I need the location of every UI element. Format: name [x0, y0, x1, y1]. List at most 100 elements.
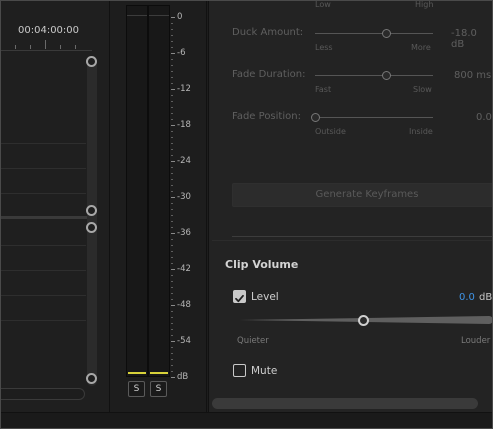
timeline-timecode: 00:04:00:00: [18, 25, 80, 36]
mute-checkbox[interactable]: [233, 364, 246, 377]
scroll-handle-bottom[interactable]: [86, 205, 97, 216]
db-scale-label: -24: [177, 156, 191, 166]
level-label: Level: [251, 291, 279, 303]
timeline-vertical-scrollbar[interactable]: [87, 56, 97, 386]
fade-duration-label: Fade Duration:: [232, 69, 306, 80]
db-scale-minor-tick: [171, 23, 173, 24]
ruler-tick: [60, 45, 61, 49]
db-scale-minor-tick: [171, 293, 173, 294]
fade-position-slider[interactable]: [315, 117, 433, 118]
db-scale-minor-tick: [171, 263, 173, 264]
clip-volume-thumb[interactable]: [358, 315, 369, 326]
db-scale-minor-tick: [171, 209, 173, 210]
db-scale-minor-tick: [171, 287, 173, 288]
db-scale-tick: [171, 305, 175, 306]
fade-position-value[interactable]: 0.0: [476, 112, 492, 123]
solo-right-button[interactable]: S: [150, 381, 167, 397]
db-scale-minor-tick: [171, 281, 173, 282]
scroll-handle-top[interactable]: [86, 56, 97, 67]
db-scale-minor-tick: [171, 41, 173, 42]
bottom-status-strip: [0, 412, 493, 429]
db-scale-label: -36: [177, 228, 191, 238]
slider-min-label: Outside: [315, 127, 346, 136]
db-scale-minor-tick: [171, 347, 173, 348]
level-unit: dB: [479, 292, 493, 303]
level-checkbox[interactable]: [233, 290, 246, 303]
track-divider: [0, 168, 86, 169]
section-divider: [212, 240, 493, 241]
db-scale-minor-tick: [171, 155, 173, 156]
db-scale-tick: [171, 125, 175, 126]
db-scale-minor-tick: [171, 275, 173, 276]
db-scale-tick: [171, 341, 175, 342]
peak-indicator: [127, 6, 147, 16]
timeline-panel: 00:04:00:00: [0, 0, 110, 412]
slider-max-label: Slow: [413, 85, 432, 94]
fade-position-thumb[interactable]: [311, 113, 320, 122]
db-scale-minor-tick: [171, 131, 173, 132]
db-scale-minor-tick: [171, 317, 173, 318]
db-scale-label: dB: [177, 372, 189, 382]
db-scale-tick: [171, 53, 175, 54]
ruler-tick: [0, 45, 1, 49]
db-scale-minor-tick: [171, 191, 173, 192]
duck-amount-slider[interactable]: [315, 33, 433, 34]
db-scale-minor-tick: [171, 179, 173, 180]
db-scale-minor-tick: [171, 353, 173, 354]
solo-left-button[interactable]: S: [128, 381, 145, 397]
db-scale-minor-tick: [171, 143, 173, 144]
db-scale-label: -18: [177, 120, 191, 130]
db-scale-minor-tick: [171, 323, 173, 324]
db-scale-tick: [171, 161, 175, 162]
scroll-handle-top[interactable]: [86, 222, 97, 233]
db-scale-tick: [171, 17, 175, 18]
meter-level-right: [150, 372, 168, 374]
db-scale-minor-tick: [171, 59, 173, 60]
generate-keyframes-button[interactable]: Generate Keyframes: [232, 183, 493, 207]
duck-amount-thumb[interactable]: [382, 29, 391, 38]
db-scale-minor-tick: [171, 173, 173, 174]
fade-duration-slider[interactable]: [315, 75, 433, 76]
duck-amount-label: Duck Amount:: [232, 27, 304, 38]
db-scale-label: -30: [177, 192, 191, 202]
panel-horizontal-scrollbar[interactable]: [212, 398, 478, 409]
duck-amount-value[interactable]: -18.0 dB: [451, 28, 493, 50]
db-scale-minor-tick: [171, 227, 173, 228]
db-scale-minor-tick: [171, 35, 173, 36]
db-scale-minor-tick: [171, 137, 173, 138]
db-scale-label: -12: [177, 84, 191, 94]
scroll-handle-bottom[interactable]: [86, 373, 97, 384]
clip-volume-title: Clip Volume: [225, 258, 299, 271]
video-audio-divider[interactable]: [0, 216, 92, 219]
db-scale-tick: [171, 89, 175, 90]
slider-min-label: Low: [315, 0, 331, 9]
fade-duration-value[interactable]: 800 ms: [454, 70, 491, 81]
db-scale-minor-tick: [171, 239, 173, 240]
db-scale-label: -6: [177, 48, 186, 58]
level-value[interactable]: 0.0: [459, 292, 475, 303]
ruler-tick: [30, 45, 31, 49]
fade-duration-thumb[interactable]: [382, 71, 391, 80]
slider-min-label: Less: [315, 43, 333, 52]
db-scale-minor-tick: [171, 245, 173, 246]
audio-meter-panel: 0 -6 -12 -18 -24 -30 -36 -42 -48 -54 dB S S: [111, 0, 207, 412]
meter-channel-right: [148, 5, 170, 377]
db-scale-minor-tick: [171, 167, 173, 168]
timeline-horizontal-scrollbar[interactable]: [0, 388, 85, 400]
db-scale-tick: [171, 377, 175, 378]
db-scale-minor-tick: [171, 185, 173, 186]
peak-indicator: [149, 6, 169, 16]
db-scale-tick: [171, 269, 175, 270]
slider-min-label: Quieter: [237, 336, 269, 346]
mute-label: Mute: [251, 365, 278, 377]
db-scale-minor-tick: [171, 203, 173, 204]
db-scale-label: 0: [177, 12, 183, 22]
db-scale-minor-tick: [171, 113, 173, 114]
track-divider: [0, 295, 86, 296]
db-scale-minor-tick: [171, 329, 173, 330]
db-scale-minor-tick: [171, 77, 173, 78]
db-scale-minor-tick: [171, 65, 173, 66]
ruler-tick: [75, 45, 76, 49]
ruler-tick: [15, 45, 16, 49]
checkmark-icon: [235, 294, 244, 303]
